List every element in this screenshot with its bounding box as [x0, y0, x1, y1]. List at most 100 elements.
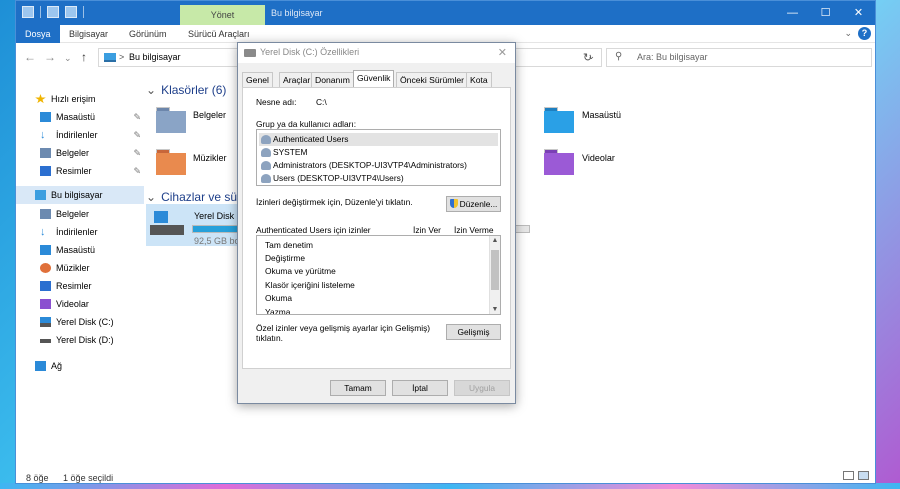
expand-ribbon-icon[interactable]: ⌄	[844, 28, 852, 39]
sidebar-item-desktop[interactable]: Masaüstü ✎	[16, 108, 144, 126]
help-icon[interactable]: ?	[858, 27, 871, 40]
list-item: Değiştirme	[265, 253, 306, 263]
sidebar-item-pictures[interactable]: Resimler ✎	[16, 162, 144, 180]
pin-icon[interactable]: ✎	[133, 144, 141, 162]
title-bar: Yönet Bu bilgisayar — ☐ ✕	[16, 1, 875, 25]
list-item[interactable]: Authenticated Users	[259, 133, 498, 146]
sidebar-item-this-pc[interactable]: Bu bilgisayar	[16, 186, 144, 204]
tab-drive-tools[interactable]: Sürücü Araçları	[188, 25, 250, 43]
status-bar: 8 öğe 1 öğe seçildi	[26, 473, 113, 483]
sidebar-item-label: Resimler	[56, 166, 92, 176]
user-name: Authenticated Users	[273, 134, 349, 144]
tab-file[interactable]: Dosya	[16, 25, 60, 43]
large-icons-view-icon[interactable]	[858, 471, 869, 480]
videos-folder-icon[interactable]	[544, 149, 574, 175]
sidebar-item-downloads[interactable]: ↓ İndirilenler ✎	[16, 126, 144, 144]
sidebar-item-documents[interactable]: Belgeler ✎	[16, 144, 144, 162]
windows-drive-icon	[150, 209, 186, 239]
breadcrumb-separator: >	[119, 52, 125, 62]
sidebar-item-label: Bu bilgisayar	[51, 190, 103, 200]
apply-button[interactable]: Uygula	[454, 380, 510, 396]
ok-button[interactable]: Tamam	[330, 380, 386, 396]
tab-computer[interactable]: Bilgisayar	[69, 25, 108, 43]
sidebar-item-desktop[interactable]: Masaüstü	[16, 241, 144, 259]
pin-icon[interactable]: ✎	[133, 108, 141, 126]
permissions-list[interactable]: Tam denetim Değiştirme Okuma ve yürütme …	[256, 235, 501, 315]
refresh-icon[interactable]: ↻	[583, 51, 592, 64]
documents-folder-icon[interactable]	[156, 107, 186, 133]
uac-shield-icon	[449, 199, 458, 208]
pictures-icon	[40, 281, 51, 291]
dialog-title: Yerel Disk (C:) Özellikleri	[260, 47, 360, 57]
tab-previous-versions[interactable]: Önceki Sürümler	[396, 72, 468, 87]
search-input[interactable]: ⚲ Ara: Bu bilgisayar	[606, 48, 872, 67]
folder-label[interactable]: Videolar	[582, 153, 615, 163]
user-list[interactable]: Authenticated Users SYSTEM Administrator…	[256, 129, 501, 186]
sidebar-item-downloads[interactable]: ↓ İndirilenler	[16, 223, 144, 241]
computer-icon	[35, 190, 46, 200]
close-button[interactable]: ✕	[842, 1, 875, 25]
pin-icon[interactable]: ✎	[133, 162, 141, 180]
list-item[interactable]: Users (DESKTOP-UI3VTP4\Users)	[259, 172, 404, 185]
sidebar-item-label: Videolar	[56, 299, 89, 309]
new-folder-icon[interactable]	[65, 6, 77, 18]
item-count: 8 öğe	[26, 473, 49, 483]
music-folder-icon[interactable]	[156, 149, 186, 175]
list-item[interactable]: Administrators (DESKTOP-UI3VTP4\Administ…	[259, 159, 467, 172]
folder-label[interactable]: Müzikler	[193, 153, 227, 163]
forward-icon[interactable]: →	[44, 50, 56, 64]
tab-quota[interactable]: Kota	[466, 72, 492, 87]
group-list-label: Grup ya da kullanıcı adları:	[256, 119, 357, 129]
chevron-down-icon[interactable]: ▼	[490, 306, 500, 313]
properties-icon[interactable]	[22, 6, 34, 18]
list-item[interactable]: SYSTEM	[259, 146, 307, 159]
minimize-button[interactable]: —	[776, 1, 809, 25]
tab-view[interactable]: Görünüm	[129, 25, 167, 43]
download-icon: ↓	[40, 226, 46, 238]
computer-icon	[104, 53, 116, 62]
sidebar-item-music[interactable]: Müzikler	[16, 259, 144, 277]
sidebar-item-label: Resimler	[56, 281, 92, 291]
details-view-icon[interactable]	[843, 471, 854, 480]
tab-hardware[interactable]: Donanım	[311, 72, 354, 87]
pin-icon[interactable]: ✎	[133, 126, 141, 144]
desktop-icon	[40, 245, 51, 255]
sidebar-item-drive-c[interactable]: Yerel Disk (C:)	[16, 313, 144, 331]
user-name: Administrators (DESKTOP-UI3VTP4\Administ…	[273, 160, 467, 170]
drive-label[interactable]: Yerel Disk (	[194, 211, 240, 221]
advanced-button[interactable]: Gelişmiş	[446, 324, 501, 340]
sidebar-item-network[interactable]: Ağ	[16, 357, 144, 375]
search-placeholder: Ara: Bu bilgisayar	[637, 52, 708, 62]
chevron-up-icon[interactable]: ▲	[490, 237, 500, 244]
folders-section-header[interactable]: ⌄ Klasörler (6)	[146, 83, 226, 97]
close-icon[interactable]: ✕	[498, 46, 507, 59]
scroll-thumb[interactable]	[491, 250, 499, 290]
desktop-folder-icon[interactable]	[544, 107, 574, 133]
object-name-value: C:\	[316, 97, 327, 107]
folder-label[interactable]: Masaüstü	[582, 110, 621, 120]
quick-access-toolbar	[22, 6, 84, 18]
cancel-button[interactable]: İptal	[392, 380, 448, 396]
tab-general[interactable]: Genel	[242, 72, 273, 87]
tab-tools[interactable]: Araçlar	[279, 72, 315, 87]
chevron-down-icon: ⌄	[146, 190, 157, 204]
drive-icon	[244, 49, 256, 57]
back-icon[interactable]: ←	[24, 50, 36, 64]
manage-context-tab[interactable]: Yönet	[180, 5, 265, 25]
tab-security[interactable]: Güvenlik	[353, 70, 395, 87]
scrollbar[interactable]: ▲ ▼	[489, 236, 500, 314]
checkmark-icon[interactable]	[47, 6, 59, 18]
folder-label[interactable]: Belgeler	[193, 110, 226, 120]
sidebar-item-videos[interactable]: Videolar	[16, 295, 144, 313]
download-icon: ↓	[40, 129, 46, 141]
sidebar-item-quick-access[interactable]: Hızlı erişim	[16, 90, 144, 108]
sidebar-item-pictures[interactable]: Resimler	[16, 277, 144, 295]
edit-button[interactable]: Düzenle...	[446, 196, 501, 212]
navigation-pane: Hızlı erişim Masaüstü ✎ ↓ İndirilenler ✎…	[16, 81, 144, 461]
sidebar-item-documents[interactable]: Belgeler	[16, 205, 144, 223]
recent-locations-icon[interactable]: ⌄	[64, 53, 72, 64]
sidebar-item-drive-d[interactable]: Yerel Disk (D:)	[16, 331, 144, 349]
breadcrumb[interactable]: Bu bilgisayar	[129, 52, 181, 62]
up-icon[interactable]: ↑	[81, 50, 87, 64]
maximize-button[interactable]: ☐	[809, 1, 842, 25]
